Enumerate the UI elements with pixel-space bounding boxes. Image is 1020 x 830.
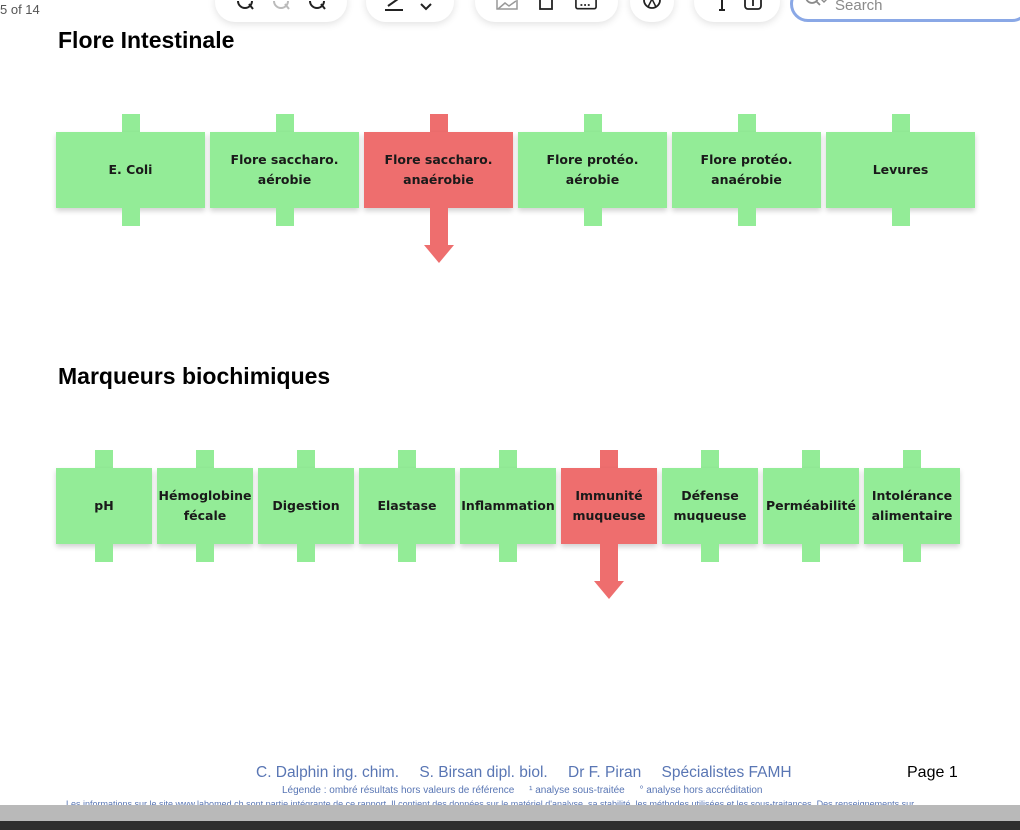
signatures-line: C. Dalphin ing. chim. S. Birsan dipl. bi… [256,764,808,782]
connector [275,208,294,226]
connector [121,208,140,226]
insert-toolbar-group [475,0,618,22]
tile-flore-saccharo-anaerobie: Flore saccharo. anaérobie [364,114,513,263]
connector [891,208,910,226]
tile-label: Perméabilité [763,468,859,544]
search-icon [805,0,827,13]
page-number: Page 1 [907,764,958,781]
connector [95,450,113,468]
legend-item: Légende : ombré résultats hors valeurs d… [282,785,515,796]
signature: Spécialistes FAMH [661,764,792,781]
tile-label: Flore saccharo. aérobie [210,132,359,208]
text-box-icon[interactable] [742,0,764,13]
connector [95,544,113,562]
connector [600,450,618,468]
tile-defense-muqueuse: Défense muqueuse [662,450,758,562]
tile-label: Défense muqueuse [662,468,758,544]
bottom-window-edge [0,805,1020,830]
tile-label: Hémoglobine fécale [157,468,253,544]
flore-intestinale-strip: E. Coli Flore saccharo. aérobie Flore sa… [56,114,975,263]
tile-label: Flore protéo. aérobie [518,132,667,208]
tile-label: E. Coli [56,132,205,208]
tile-e-coli: E. Coli [56,114,205,226]
tile-immunite-muqueuse: Immunité muqueuse [561,450,657,599]
connector [196,450,214,468]
tile-hemoglobine-fecale: Hémoglobine fécale [157,450,253,562]
zoom-out-icon[interactable] [234,0,256,13]
zoom-in-icon[interactable] [306,0,328,13]
connector [583,208,602,226]
text-cursor-icon[interactable] [711,0,733,13]
legend-line: Légende : ombré résultats hors valeurs d… [282,785,775,796]
connector [737,208,756,226]
tile-label: Flore protéo. anaérobie [672,132,821,208]
annotate-toolbar-group [630,0,674,22]
tile-label: Levures [826,132,975,208]
pen-markup-icon[interactable] [383,0,405,13]
connector [275,114,294,132]
connector [802,450,820,468]
connector [499,544,517,562]
signature: S. Birsan dipl. biol. [419,764,548,781]
text-toolbar-group [694,0,780,22]
page-indicator: 5 of 14 [0,2,40,17]
connector [499,450,517,468]
tile-flore-saccharo-aerobie: Flore saccharo. aérobie [210,114,359,226]
legend-item: ¹ analyse sous-traitée [529,785,625,796]
search-input[interactable]: Search [835,0,883,13]
down-arrow-icon [594,544,624,600]
tile-inflammation: Inflammation [460,450,556,562]
tile-label: pH [56,468,152,544]
connector [398,450,416,468]
marqueurs-biochimiques-strip: pH Hémoglobine fécale Digestion Elastase… [56,450,960,599]
tile-ph: pH [56,450,152,562]
tile-permeabilite: Perméabilité [763,450,859,562]
markup-circle-icon[interactable] [641,0,663,13]
markup-toolbar-group [366,0,454,22]
chevron-down-icon[interactable] [415,0,437,13]
connector [802,544,820,562]
connector [701,450,719,468]
actual-size-icon[interactable] [270,0,292,13]
tile-label: Flore saccharo. anaérobie [364,132,513,208]
connector [701,544,719,562]
connector [583,114,602,132]
tile-label: Elastase [359,468,455,544]
connector [429,114,448,132]
tile-label: Inflammation [460,468,556,544]
connector [297,450,315,468]
tile-label: Immunité muqueuse [561,468,657,544]
connector [737,114,756,132]
zoom-toolbar-group [215,0,347,22]
keyboard-icon[interactable] [575,0,598,13]
tile-flore-proteo-aerobie: Flore protéo. aérobie [518,114,667,226]
section-title-marqueurs-biochimiques: Marqueurs biochimiques [58,363,331,389]
tile-elastase: Elastase [359,450,455,562]
page-bottom-shadow [0,805,1020,821]
connector [398,544,416,562]
signature: C. Dalphin ing. chim. [256,764,400,781]
page-shape-icon[interactable] [535,0,557,13]
legend-item: ° analyse hors accréditation [639,785,763,796]
connector [297,544,315,562]
connector [903,450,921,468]
down-arrow-icon [423,208,454,264]
tile-digestion: Digestion [258,450,354,562]
insert-image-icon[interactable] [496,0,518,13]
tile-flore-proteo-anaerobie: Flore protéo. anaérobie [672,114,821,226]
connector [196,544,214,562]
connector [903,544,921,562]
tile-levures: Levures [826,114,975,226]
connector [121,114,140,132]
tile-label: Digestion [258,468,354,544]
signature: Dr F. Piran [568,764,642,781]
tile-intolerance-alimentaire: Intolérance alimentaire [864,450,960,562]
search-field[interactable]: Search [790,0,1020,22]
connector [891,114,910,132]
section-title-flore-intestinale: Flore Intestinale [58,27,235,53]
tile-label: Intolérance alimentaire [864,468,960,544]
